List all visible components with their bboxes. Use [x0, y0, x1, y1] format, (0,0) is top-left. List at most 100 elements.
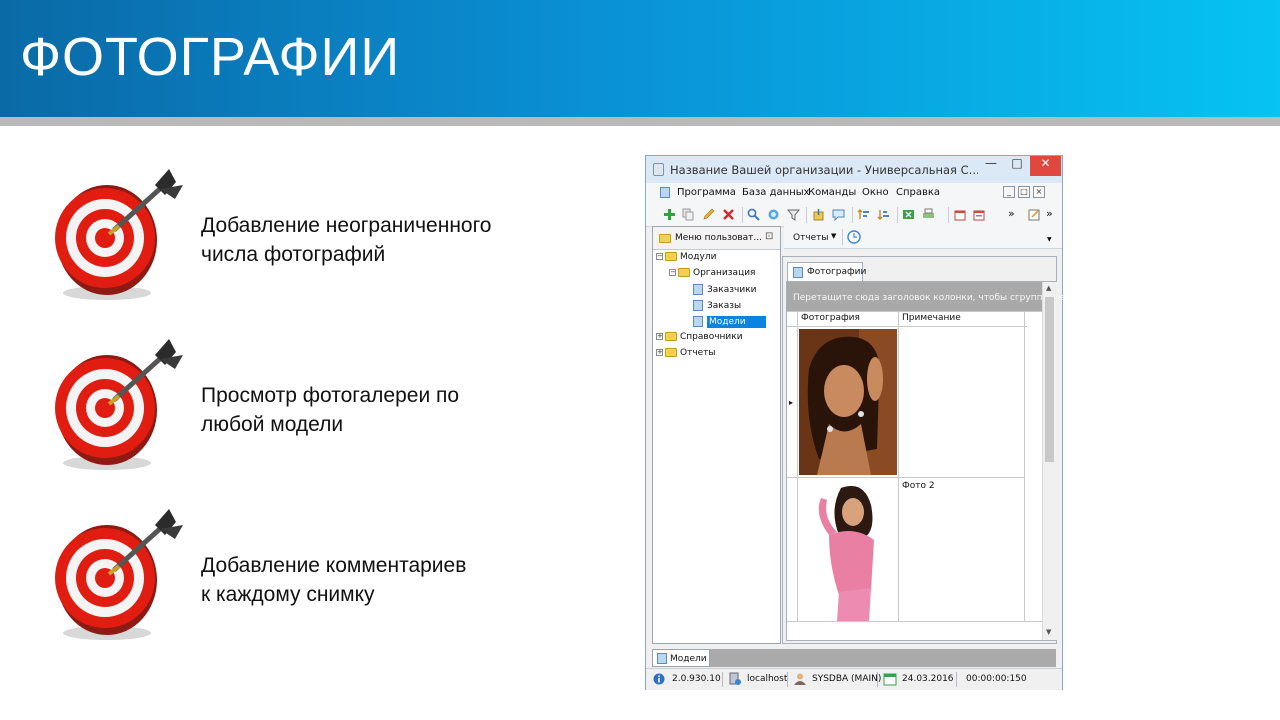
menu-window[interactable]: Окно	[862, 187, 889, 198]
tab-label: Фотографии	[807, 267, 867, 277]
toolbar-overflow-icon[interactable]: »	[1046, 207, 1053, 220]
bullet-gallery-view: Просмотр фотогалереи по любой модели	[52, 335, 612, 485]
refresh-icon[interactable]	[767, 208, 780, 221]
mdi-close-button[interactable]: ×	[1033, 186, 1045, 198]
group-by-panel[interactable]: Перетащите сюда заголовок колонки, чтобы…	[787, 282, 1073, 311]
excel-export-icon[interactable]	[902, 208, 915, 221]
menu-program[interactable]: Программа	[677, 187, 736, 198]
tree-node-label: Отчеты	[680, 348, 716, 358]
bullet-line: Добавление неограниченного	[201, 214, 492, 237]
toolbar-separator	[852, 207, 853, 223]
table-row[interactable]: Фото 2	[787, 478, 1025, 622]
grid-line	[787, 326, 1027, 327]
bullet-line: к каждому снимку	[201, 583, 375, 606]
menu-help[interactable]: Справка	[896, 187, 940, 198]
status-host: localhost	[747, 674, 788, 684]
tree-node-models[interactable]: Модели	[693, 316, 766, 328]
reports-dropdown[interactable]: Отчеты	[793, 233, 829, 243]
bullet-line: числа фотографий	[201, 243, 386, 266]
target-dart-icon	[55, 339, 183, 470]
expand-icon[interactable]: +	[656, 333, 663, 340]
document-tabs: Модели	[652, 649, 1056, 667]
sort-desc-icon[interactable]	[877, 208, 890, 221]
toolbar-separator	[948, 207, 949, 223]
folder-icon	[678, 268, 690, 277]
column-header-photo[interactable]: Фотография	[801, 313, 860, 327]
banner-divider	[0, 117, 1280, 126]
comment-icon[interactable]	[832, 208, 845, 221]
tree-node-references[interactable]: + Справочники	[656, 332, 743, 342]
grid-line	[787, 621, 1042, 622]
window-titlebar[interactable]: Название Вашей организации - Универсальн…	[646, 156, 1062, 183]
tree-node-modules[interactable]: − Модули	[656, 252, 716, 262]
target-dart-icon	[55, 169, 183, 300]
status-bar: 2.0.930.10 localhost SYSDBA (MAIN) 24.03…	[646, 668, 1062, 690]
menu-database[interactable]: База данных	[742, 187, 810, 198]
toolbar-separator	[742, 207, 743, 223]
mdi-minimize-button[interactable]: _	[1003, 186, 1015, 198]
tab-photos[interactable]: Фотографии	[787, 262, 867, 281]
new-window-icon[interactable]	[954, 208, 967, 221]
target-dart-icon	[55, 509, 183, 640]
scroll-up-icon[interactable]: ▲	[1046, 284, 1051, 292]
toolbar-overflow-icon[interactable]: »	[1008, 207, 1015, 220]
close-button[interactable]: ✕	[1030, 156, 1061, 176]
add-icon[interactable]	[663, 208, 676, 221]
search-icon[interactable]	[747, 208, 760, 221]
photos-grid: Перетащите сюда заголовок колонки, чтобы…	[786, 281, 1073, 641]
print-icon[interactable]	[922, 208, 935, 221]
table-icon	[793, 267, 803, 278]
user-menu-header: Меню пользоват... ⊡	[653, 227, 780, 250]
status-separator	[722, 672, 723, 687]
scrollbar-thumb[interactable]	[1045, 297, 1054, 462]
tree-node-orders[interactable]: Заказы	[693, 300, 741, 311]
expand-icon[interactable]: +	[656, 349, 663, 356]
user-menu-panel: Меню пользоват... ⊡ − Модули − Организация…	[652, 226, 781, 644]
info-icon	[653, 673, 665, 685]
bullet-unlimited-photos: Добавление неограниченного числа фотогра…	[52, 165, 612, 315]
mdi-restore-button[interactable]: □	[1018, 186, 1030, 198]
calendar-icon	[883, 673, 897, 686]
tree-node-customers[interactable]: Заказчики	[693, 284, 756, 295]
edit-icon[interactable]	[702, 208, 715, 221]
status-version: 2.0.930.10	[672, 674, 721, 684]
window-title: Название Вашей организации - Универсальн…	[670, 163, 978, 177]
table-icon	[693, 316, 703, 327]
server-icon	[729, 672, 741, 685]
copy-icon[interactable]	[682, 208, 695, 221]
minimize-button[interactable]: —	[978, 156, 1004, 176]
chevron-down-icon[interactable]: ▼	[831, 232, 836, 240]
chevron-down-icon[interactable]: ▼	[1047, 236, 1052, 243]
bullet-comments: Добавление комментариев к каждому снимку	[52, 505, 612, 655]
notes-icon[interactable]	[1028, 208, 1041, 221]
menu-bar: Программа База данных Команды Окно Справ…	[646, 183, 1062, 204]
tree-node-label: Заказы	[707, 301, 742, 311]
folder-icon	[665, 252, 677, 261]
collapse-icon[interactable]: −	[669, 269, 676, 276]
bullet-text: Добавление комментариев к каждому снимку	[201, 551, 466, 609]
pin-icon[interactable]: ⊡	[765, 231, 773, 242]
tree-node-organization[interactable]: − Организация	[669, 268, 755, 278]
delete-icon[interactable]	[722, 208, 735, 221]
sort-asc-icon[interactable]	[857, 208, 870, 221]
toolbar-separator	[806, 207, 807, 223]
scroll-down-icon[interactable]: ▼	[1046, 628, 1051, 636]
filter-icon[interactable]	[787, 208, 800, 221]
tree-node-reports[interactable]: + Отчеты	[656, 348, 716, 358]
column-header-note[interactable]: Примечание	[902, 313, 961, 327]
clock-icon[interactable]	[847, 230, 861, 244]
menu-commands[interactable]: Команды	[808, 187, 856, 198]
status-separator	[787, 672, 788, 687]
tree-node-label: Справочники	[680, 332, 743, 342]
maximize-button[interactable]: □	[1004, 156, 1030, 176]
tab-models[interactable]: Модели	[652, 649, 710, 667]
tree-node-label: Модели	[707, 316, 766, 328]
export-icon[interactable]	[812, 208, 825, 221]
window-list-icon[interactable]	[973, 208, 986, 221]
collapse-icon[interactable]: −	[656, 253, 663, 260]
model-photo-2	[799, 480, 897, 622]
folder-icon	[659, 234, 671, 243]
table-row[interactable]: ▸	[787, 328, 1025, 476]
vertical-scrollbar[interactable]: ▲ ▼	[1042, 282, 1057, 640]
user-menu-title: Меню пользоват...	[675, 233, 763, 243]
